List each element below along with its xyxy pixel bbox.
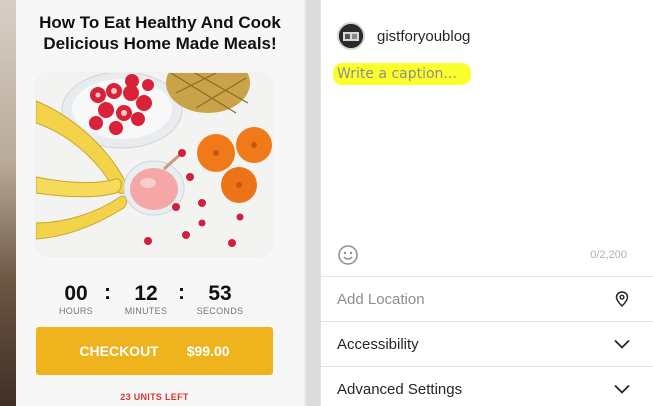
add-location-label: Add Location bbox=[337, 290, 425, 308]
emoji-icon[interactable] bbox=[337, 244, 359, 266]
food-photo bbox=[36, 73, 273, 256]
avatar-image bbox=[339, 24, 363, 48]
timer-hours: 00 bbox=[64, 282, 88, 305]
account-username: gistforyoublog bbox=[377, 27, 471, 45]
caption-char-counter: 0/2,200 bbox=[590, 249, 627, 261]
post-settings-panel: gistforyoublog Write a caption... 0/2,20… bbox=[320, 0, 653, 406]
previous-image-edge bbox=[0, 0, 16, 406]
preview-card: How To Eat Healthy And Cook Delicious Ho… bbox=[16, 0, 304, 406]
create-post-dialog: How To Eat Healthy And Cook Delicious Ho… bbox=[0, 0, 653, 406]
checkout-price: $99.00 bbox=[186, 343, 230, 359]
advanced-settings-label: Advanced Settings bbox=[337, 380, 463, 398]
advanced-settings-row[interactable]: Advanced Settings bbox=[321, 366, 653, 406]
accessibility-label: Accessibility bbox=[337, 335, 419, 353]
units-left-text: 23 UNITS LEFT bbox=[120, 392, 189, 402]
accessibility-row[interactable]: Accessibility bbox=[321, 321, 653, 366]
timer-seconds: 53 bbox=[208, 282, 232, 305]
add-location-row[interactable]: Add Location bbox=[321, 276, 653, 321]
post-preview: How To Eat Healthy And Cook Delicious Ho… bbox=[0, 0, 320, 406]
checkout-label: CHECKOUT bbox=[79, 343, 159, 359]
avatar bbox=[337, 22, 365, 50]
caption-input[interactable] bbox=[335, 63, 635, 243]
timer-minutes: 12 bbox=[134, 282, 158, 305]
timer-separator: : bbox=[178, 281, 185, 304]
post-headline: How To Eat Healthy And Cook Delicious Ho… bbox=[39, 13, 281, 53]
food-illustration bbox=[36, 73, 273, 256]
timer-separator: : bbox=[104, 281, 111, 304]
location-pin-icon bbox=[612, 289, 632, 309]
timer-minutes-label: MINUTES bbox=[124, 306, 168, 316]
chevron-down-icon bbox=[612, 379, 632, 399]
checkout-button: CHECKOUT $99.00 bbox=[36, 327, 273, 375]
account-header: gistforyoublog bbox=[337, 22, 470, 50]
chevron-down-icon bbox=[612, 334, 632, 354]
timer-seconds-label: SECONDS bbox=[196, 306, 244, 316]
countdown-timer: 00 : 12 : 53 HOURS MINUTES SECONDS bbox=[36, 280, 276, 320]
timer-hours-label: HOURS bbox=[58, 306, 93, 316]
preview-edge bbox=[306, 0, 320, 406]
